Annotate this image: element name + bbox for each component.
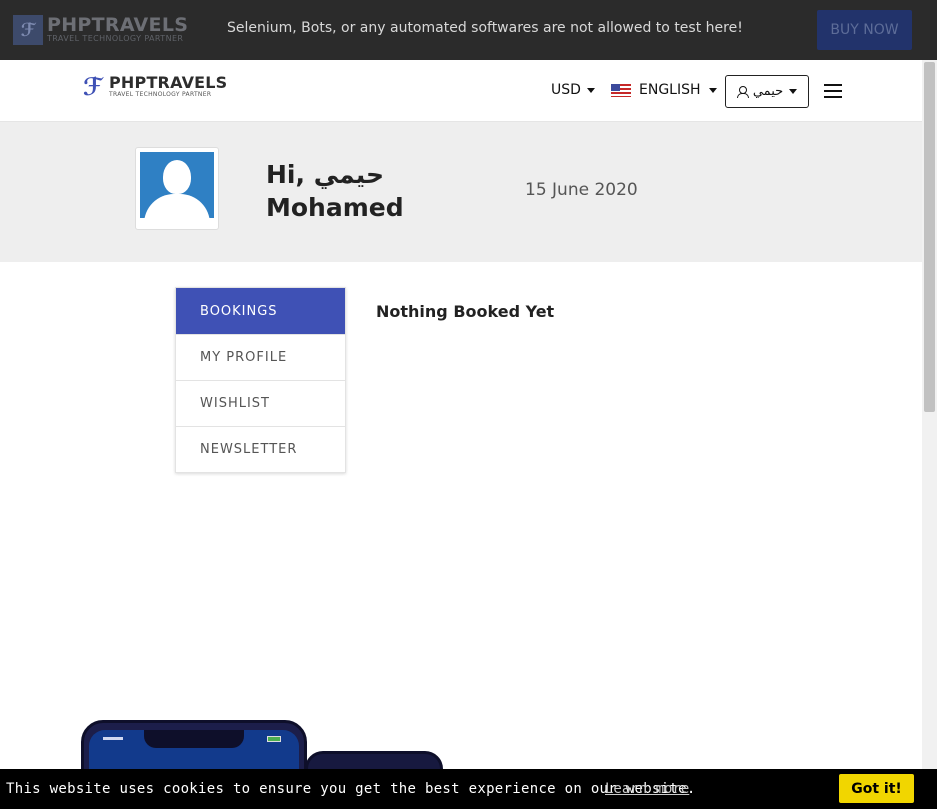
phptravels-logo-icon: ℱ bbox=[13, 15, 43, 45]
cookie-message: This website uses cookies to ensure you … bbox=[6, 781, 696, 797]
profile-date: 15 June 2020 bbox=[525, 180, 638, 200]
automation-warning: Selenium, Bots, or any automated softwar… bbox=[227, 20, 743, 36]
account-sidebar-menu: BOOKINGS MY PROFILE WISHLIST NEWSLETTER bbox=[175, 287, 346, 473]
battery-icon bbox=[267, 736, 281, 742]
phptravels-logo-icon: ℱ bbox=[83, 73, 103, 101]
user-icon bbox=[736, 86, 749, 98]
menu-item-newsletter[interactable]: NEWSLETTER bbox=[176, 426, 345, 472]
top-promo-bar: ℱ PHPTRAVELS TRAVEL TECHNOLOGY PARTNER S… bbox=[0, 0, 937, 60]
page-scrollbar-thumb[interactable] bbox=[924, 62, 935, 412]
site-logo-subtitle: TRAVEL TECHNOLOGY PARTNER bbox=[109, 91, 212, 98]
default-user-avatar-icon bbox=[140, 152, 214, 218]
language-dropdown[interactable]: ENGLISH bbox=[611, 82, 717, 98]
cookie-consent-bar: This website uses cookies to ensure you … bbox=[0, 769, 937, 809]
profile-greeting: Hi, حيمي Mohamed bbox=[266, 160, 404, 222]
menu-item-bookings[interactable]: BOOKINGS bbox=[176, 288, 345, 334]
us-flag-icon bbox=[611, 83, 631, 97]
chevron-down-icon bbox=[708, 87, 717, 93]
hamburger-menu-icon[interactable] bbox=[824, 84, 842, 98]
menu-item-my-profile[interactable]: MY PROFILE bbox=[176, 334, 345, 380]
chevron-down-icon bbox=[586, 87, 595, 93]
chevron-down-icon bbox=[789, 89, 798, 94]
language-label: ENGLISH bbox=[639, 82, 701, 98]
buy-now-button[interactable]: BUY NOW bbox=[817, 10, 912, 50]
site-logo[interactable]: ℱ PHPTRAVELS TRAVEL TECHNOLOGY PARTNER bbox=[83, 73, 227, 101]
user-account-dropdown[interactable]: حيمي bbox=[725, 75, 809, 108]
menu-item-wishlist[interactable]: WISHLIST bbox=[176, 380, 345, 426]
promo-logo-subtitle: TRAVEL TECHNOLOGY PARTNER bbox=[47, 34, 184, 43]
promo-logo-title: PHPTRAVELS bbox=[47, 14, 189, 36]
currency-label: USD bbox=[551, 82, 581, 98]
avatar bbox=[135, 147, 219, 230]
empty-bookings-message: Nothing Booked Yet bbox=[376, 302, 555, 321]
promo-logo[interactable]: ℱ PHPTRAVELS TRAVEL TECHNOLOGY PARTNER bbox=[13, 15, 188, 45]
user-name-label: حيمي bbox=[752, 84, 784, 99]
site-logo-title: PHPTRAVELS bbox=[109, 73, 228, 92]
cookie-learn-more-link[interactable]: Learn more bbox=[605, 781, 689, 797]
currency-dropdown[interactable]: USD bbox=[551, 82, 595, 98]
cookie-accept-button[interactable]: Got it! bbox=[839, 774, 914, 803]
